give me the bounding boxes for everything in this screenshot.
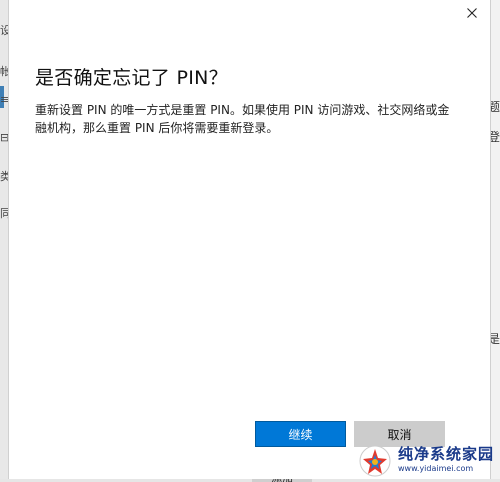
continue-button[interactable]: 继续 [255,421,346,447]
dialog-body-text: 重新设置 PIN 的唯一方式是重置 PIN。如果使用 PIN 访问游戏、社交网络… [35,103,450,135]
dialog-title: 是否确定忘记了 PIN？ [35,67,228,89]
watermark-text: 纯净系统家园 www.yidaimei.com [398,444,495,473]
watermark-main-text: 纯净系统家园 [398,444,495,463]
dialog-titlebar [9,0,490,24]
close-icon [467,8,477,18]
close-button[interactable] [460,3,484,23]
forgot-pin-dialog: 是否确定忘记了 PIN？ 重新设置 PIN 的唯一方式是重置 PIN。如果使用 … [8,0,491,479]
watermark-logo-icon [359,445,391,476]
watermark-url: www.yidaimei.com [398,463,474,473]
watermark: 纯净系统家园 www.yidaimei.com [356,440,500,479]
